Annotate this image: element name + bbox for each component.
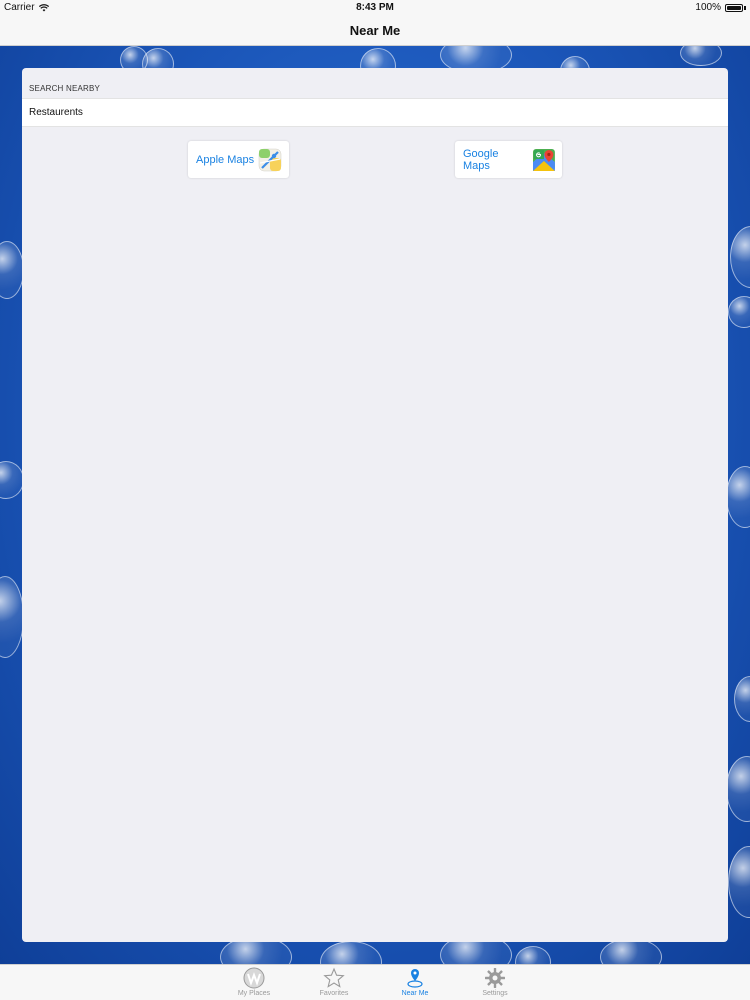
bubble-decoration [730, 226, 750, 288]
bubble-decoration [0, 241, 24, 299]
tab-label: Settings [482, 990, 508, 997]
tab-my-places[interactable]: My Places [224, 967, 284, 997]
apple-maps-label: Apple Maps [196, 153, 255, 166]
status-time: 8:43 PM [356, 2, 394, 13]
gear-icon [485, 968, 505, 988]
bubble-decoration [0, 576, 24, 658]
bubble-decoration [515, 946, 551, 964]
bubble-decoration [0, 461, 24, 499]
bubble-decoration [680, 46, 722, 66]
star-icon [323, 967, 345, 988]
battery-icon [725, 3, 743, 12]
my-places-icon [243, 967, 265, 989]
google-maps-icon [533, 148, 556, 171]
battery-percent: 100% [695, 2, 721, 13]
bubble-decoration [734, 676, 750, 722]
search-value: Restaurents [29, 107, 83, 118]
search-field[interactable]: Restaurents [22, 98, 728, 127]
status-bar: Carrier 8:43 PM 100% [0, 0, 750, 16]
page-title: Near Me [349, 23, 401, 38]
tab-favorites[interactable]: Favorites [304, 967, 364, 997]
bubble-decoration [726, 466, 750, 528]
google-maps-label: Google Maps [463, 147, 499, 172]
location-pin-icon [407, 969, 423, 988]
bubble-decoration [726, 756, 750, 822]
navigation-bar: Near Me [0, 16, 750, 46]
tab-label: My Places [237, 990, 271, 997]
section-header: SEARCH NEARBY [29, 84, 101, 93]
tab-bar: My Places Favorites Near Me Settings [0, 964, 750, 1000]
tab-near-me[interactable]: Near Me [385, 967, 445, 997]
bubble-decoration [320, 941, 382, 964]
bubble-decoration [728, 846, 750, 918]
bubble-decoration [728, 296, 750, 328]
tab-label: Near Me [401, 990, 429, 997]
apple-maps-button[interactable]: Apple Maps [188, 141, 289, 178]
tab-label: Favorites [319, 990, 349, 997]
content-panel: SEARCH NEARBY Restaurents Apple Maps Goo… [22, 68, 728, 942]
status-right: 100% [695, 2, 746, 13]
tab-settings[interactable]: Settings [465, 967, 525, 997]
google-maps-button[interactable]: Google Maps [455, 141, 562, 178]
apple-maps-icon [258, 148, 282, 171]
battery-tip [744, 5, 746, 10]
